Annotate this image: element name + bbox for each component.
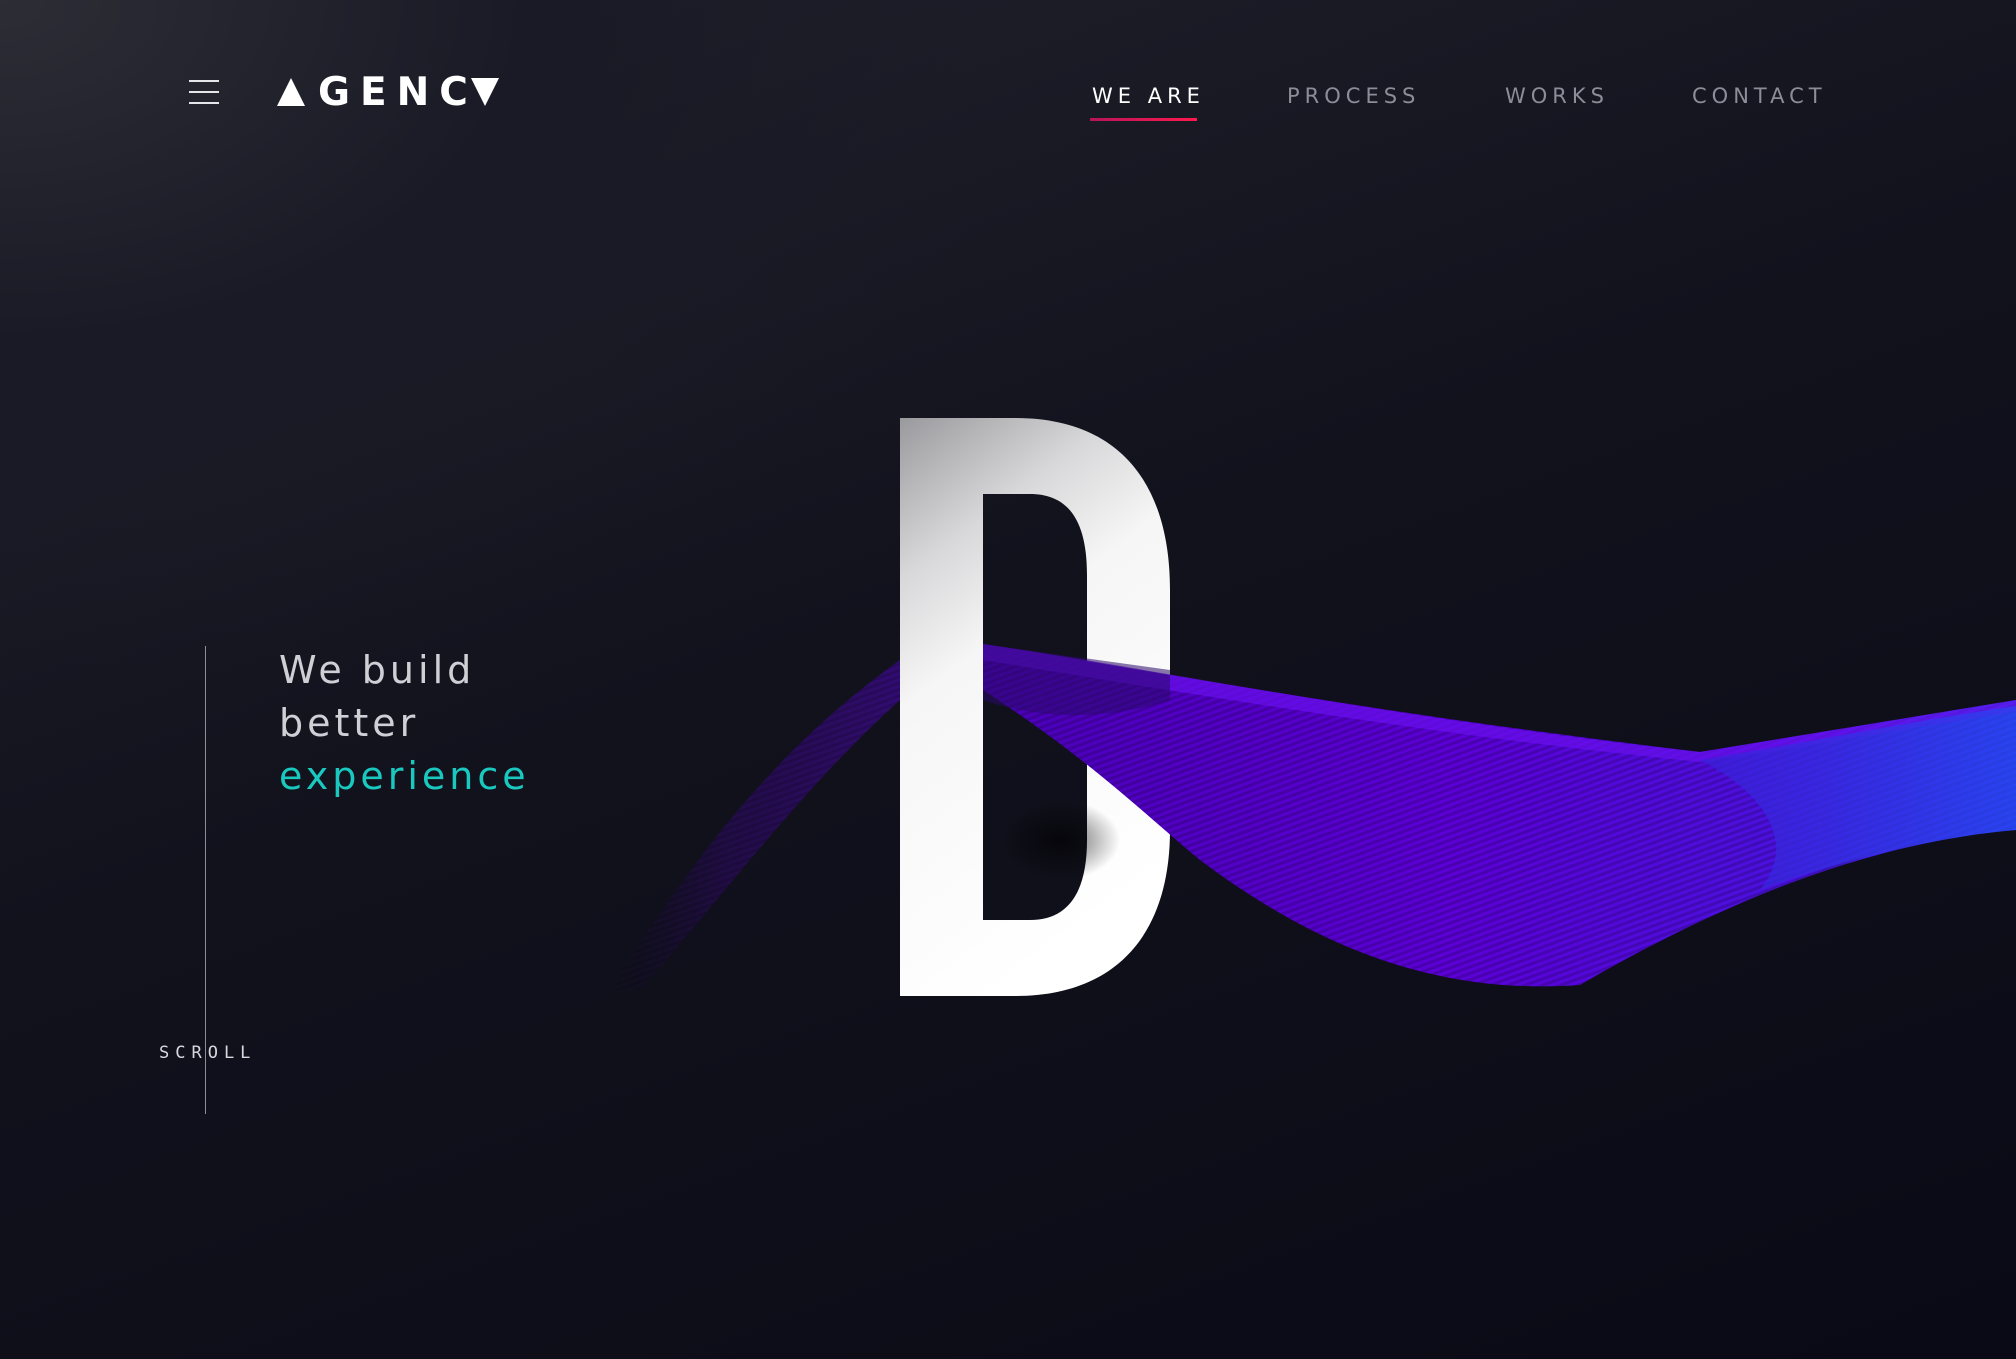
- ribbon-back-left-stripes: [610, 660, 900, 990]
- main-nav: WE ARE PROCESS WORKS CONTACT: [0, 84, 2016, 124]
- tagline-line-3: experience: [279, 754, 530, 798]
- landing-page: GENC WE ARE PROCESS WORKS CONTACT We bui…: [0, 0, 2016, 1359]
- letter-d-inner-shadow: [1000, 800, 1120, 880]
- nav-item-contact[interactable]: CONTACT: [1692, 84, 1827, 108]
- tagline-line-2: better: [279, 701, 420, 745]
- tagline-line-1: We build: [279, 648, 476, 692]
- nav-active-underline: [1090, 118, 1197, 121]
- scroll-indicator[interactable]: SCROLL: [159, 1043, 256, 1063]
- hero-tagline: We build better experience: [279, 644, 530, 803]
- nav-item-process[interactable]: PROCESS: [1287, 84, 1420, 108]
- nav-item-we-are[interactable]: WE ARE: [1092, 84, 1205, 108]
- nav-item-works[interactable]: WORKS: [1505, 84, 1609, 108]
